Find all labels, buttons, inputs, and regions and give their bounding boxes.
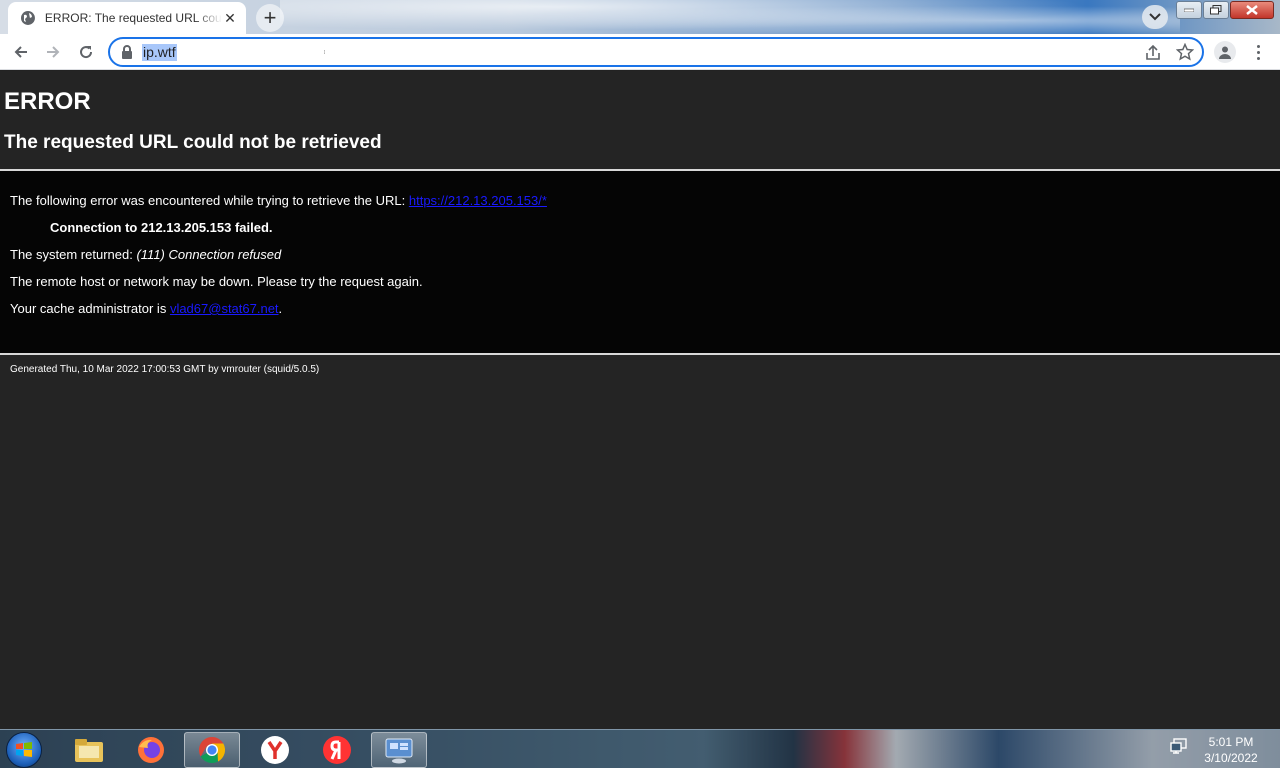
url-text[interactable]: ip.wtf xyxy=(142,44,177,61)
page-footer: Generated Thu, 10 Mar 2022 17:00:53 GMT … xyxy=(10,364,320,375)
monitor-icon xyxy=(385,738,413,764)
profile-button[interactable] xyxy=(1214,41,1236,63)
tab-strip: ERROR: The requested URL could not be re… xyxy=(0,0,1280,34)
plus-icon: + xyxy=(263,5,277,30)
system-returned-line: The system returned: (111) Connection re… xyxy=(10,247,281,262)
reload-icon xyxy=(80,46,93,59)
share-icon[interactable] xyxy=(1144,44,1162,62)
clock-date: 3/10/2022 xyxy=(1204,751,1258,765)
start-button[interactable] xyxy=(6,732,42,768)
taskbar-file-explorer[interactable] xyxy=(61,732,117,768)
bookmark-star-icon[interactable] xyxy=(1176,43,1194,61)
cache-admin-label: Your cache administrator is xyxy=(10,301,170,316)
wallpaper-sky xyxy=(280,0,1180,34)
person-icon xyxy=(1219,46,1231,59)
tab-title: ERROR: The requested URL could not be re… xyxy=(44,11,222,25)
address-bar[interactable]: ip.wtf xyxy=(108,37,1204,67)
taskbar-yandex-browser[interactable] xyxy=(247,732,303,768)
chrome-icon xyxy=(198,736,226,763)
yandex-browser-icon xyxy=(261,736,289,764)
close-window-button[interactable] xyxy=(1230,1,1274,19)
yandex-icon xyxy=(323,736,351,764)
new-tab-button[interactable]: + xyxy=(256,4,284,32)
system-clock[interactable]: 5:01 PM 3/10/2022 xyxy=(1196,734,1266,766)
windows-logo-icon xyxy=(16,742,32,757)
arrow-right-icon xyxy=(47,46,60,58)
taskbar-firefox[interactable] xyxy=(123,732,179,768)
taskbar-remote-desktop[interactable] xyxy=(371,732,427,768)
clock-time: 5:01 PM xyxy=(1208,735,1254,749)
reload-button[interactable] xyxy=(74,40,98,64)
chevron-down-icon xyxy=(1149,13,1161,21)
close-icon[interactable]: ✕ xyxy=(222,10,238,26)
remote-host-message: The remote host or network may be down. … xyxy=(10,274,423,289)
arrow-left-icon xyxy=(14,46,27,58)
browser-toolbar: ip.wtf xyxy=(0,34,1280,70)
page-subtitle: The requested URL could not be retrieved xyxy=(4,132,382,153)
tab-search-button[interactable] xyxy=(1142,5,1168,29)
globe-icon xyxy=(20,11,35,25)
browser-menu-button[interactable] xyxy=(1250,41,1266,63)
divider-bottom xyxy=(0,353,1280,355)
lock-icon[interactable] xyxy=(120,44,134,60)
back-button[interactable] xyxy=(9,40,33,64)
restore-button[interactable] xyxy=(1203,1,1229,19)
system-returned-value: (111) Connection refused xyxy=(136,247,282,262)
error-url-link[interactable]: https://212.13.205.153/* xyxy=(409,193,547,208)
folder-icon xyxy=(75,739,103,762)
cache-admin-line: Your cache administrator is vlad67@stat6… xyxy=(10,301,282,316)
taskbar-chrome[interactable] xyxy=(184,732,240,768)
text-cursor-icon xyxy=(324,50,325,54)
firefox-icon xyxy=(138,737,164,763)
window-controls xyxy=(1176,1,1274,19)
forward-button[interactable] xyxy=(41,40,65,64)
error-intro-text: The following error was encountered whil… xyxy=(10,193,409,208)
error-details: The following error was encountered whil… xyxy=(0,171,1280,353)
cache-admin-email-link[interactable]: vlad67@stat67.net xyxy=(170,301,279,316)
system-returned-label: The system returned: xyxy=(10,247,137,262)
windows-taskbar: 5:01 PM 3/10/2022 xyxy=(0,729,1280,768)
taskbar-yandex[interactable] xyxy=(309,732,365,768)
cache-admin-suffix: . xyxy=(278,301,283,316)
minimize-button[interactable] xyxy=(1176,1,1202,19)
network-icon[interactable] xyxy=(1170,738,1188,754)
page-title: ERROR xyxy=(4,88,91,115)
page-content: ERROR The requested URL could not be ret… xyxy=(0,71,1280,729)
error-intro-line: The following error was encountered whil… xyxy=(10,193,547,208)
failure-message: Connection to 212.13.205.153 failed. xyxy=(50,220,273,235)
browser-tab[interactable]: ERROR: The requested URL could not be re… xyxy=(8,2,246,34)
